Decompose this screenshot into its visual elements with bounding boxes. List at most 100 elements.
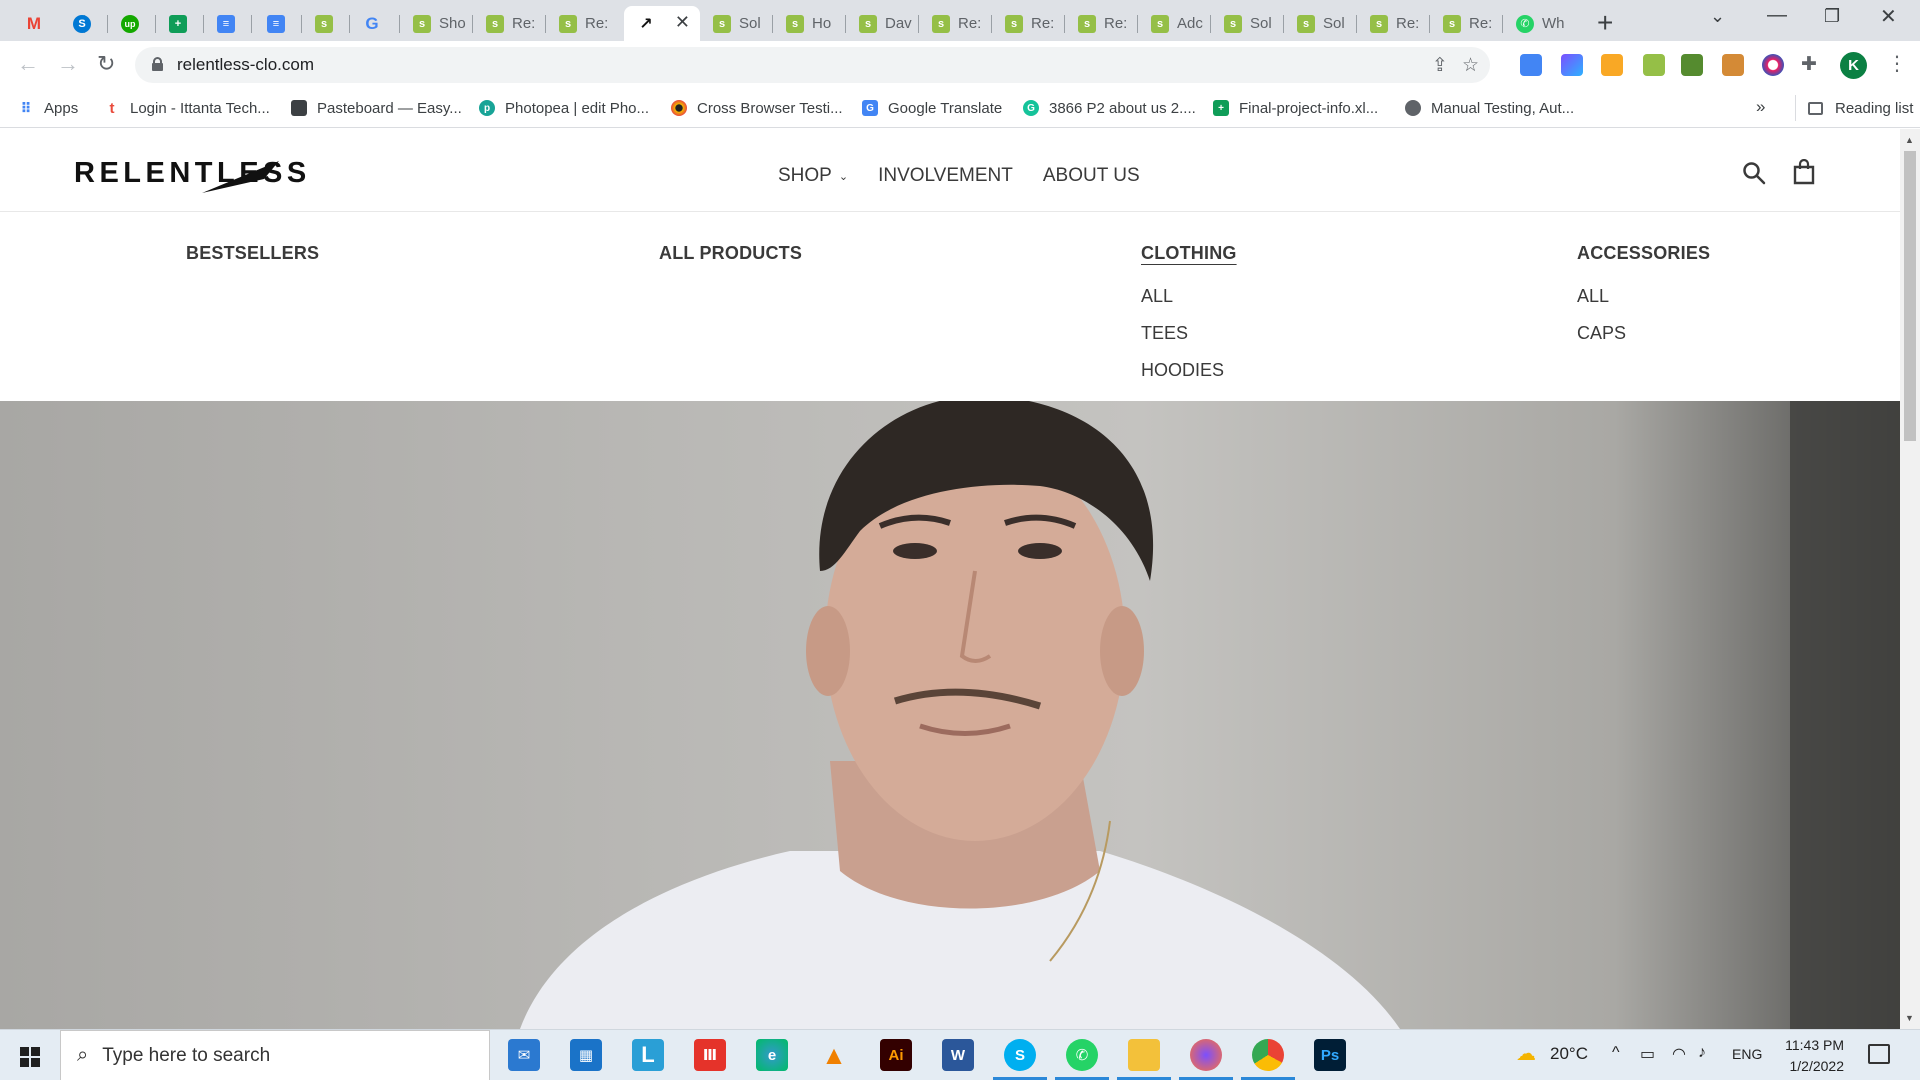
language-indicator[interactable]: ENG <box>1732 1046 1762 1062</box>
zoho-app-icon[interactable]: Ⅲ <box>694 1039 726 1071</box>
bookmark-final-project[interactable]: + Final-project-info.xl... <box>1213 95 1378 121</box>
show-hidden-icons-icon[interactable]: ^ <box>1612 1044 1620 1062</box>
megamenu-clothing-tees[interactable]: TEES <box>1141 323 1237 344</box>
highlighter-extension-icon[interactable] <box>1601 54 1623 76</box>
share-icon[interactable]: ⇪ <box>1432 54 1448 77</box>
mail-app-icon[interactable]: ✉ <box>508 1039 540 1071</box>
megamenu-bestsellers-link[interactable]: BESTSELLERS <box>186 243 319 264</box>
megamenu-all-products-link[interactable]: ALL PRODUCTS <box>659 243 802 264</box>
restore-icon[interactable]: ❐ <box>1824 6 1840 27</box>
extensions-puzzle-icon[interactable]: ✚ <box>1801 53 1817 76</box>
tab-shopify-1[interactable]: s <box>302 6 350 41</box>
tab-shopify-re-7[interactable]: s Re: <box>1430 6 1503 41</box>
bookmark-apps[interactable]: ⠿ Apps <box>18 95 79 121</box>
minimize-icon[interactable]: — <box>1767 4 1787 27</box>
address-bar[interactable]: relentless-clo.com ⇪ ☆ <box>135 47 1490 83</box>
tab-shopify-adc[interactable]: s Adc <box>1138 6 1211 41</box>
tab-search-icon[interactable]: ⌄ <box>1710 6 1725 27</box>
tab-docs-1[interactable]: ≡ <box>204 6 252 41</box>
new-tab-button[interactable]: + <box>1597 7 1613 39</box>
chrome-menu-icon[interactable]: ⋮ <box>1887 51 1907 76</box>
skype-app-icon[interactable]: S <box>1004 1039 1036 1071</box>
bookmarks-overflow-icon[interactable]: » <box>1756 97 1765 117</box>
hammer-extension-icon[interactable] <box>1722 54 1744 76</box>
url-text[interactable]: relentless-clo.com <box>177 55 314 75</box>
tab-shopify-re-3[interactable]: s Re: <box>919 6 992 41</box>
taskbar-clock[interactable]: 11:43 PM 1/2/2022 <box>1782 1035 1844 1077</box>
tab-shopify-re-2[interactable]: s Re: <box>546 6 619 41</box>
bookmark-crossbrowser[interactable]: Cross Browser Testi... <box>671 95 843 121</box>
tab-shopify-sho[interactable]: s Sho <box>400 6 473 41</box>
page-scrollbar[interactable]: ▲ ▼ <box>1900 129 1920 1029</box>
glasses-extension-icon[interactable] <box>1681 54 1703 76</box>
tab-shopify-re-6[interactable]: s Re: <box>1357 6 1430 41</box>
back-button[interactable]: ← <box>17 51 39 77</box>
translate-extension-icon[interactable] <box>1520 54 1542 76</box>
edge-browser-icon[interactable]: e <box>756 1039 788 1071</box>
tab-relentless-active[interactable]: ↗ ✕ <box>624 6 700 41</box>
illustrator-icon[interactable]: Ai <box>880 1039 912 1071</box>
reload-button[interactable]: ↻ <box>97 51 115 77</box>
tab-shopify-dav[interactable]: s Dav <box>846 6 919 41</box>
scroll-up-icon[interactable]: ▲ <box>1905 135 1914 145</box>
notification-center-icon[interactable] <box>1868 1044 1890 1064</box>
hero-video[interactable] <box>0 401 1900 1029</box>
tab-shopify-sol-3[interactable]: s Sol <box>1284 6 1357 41</box>
microsoft-store-icon[interactable]: ▦ <box>570 1039 602 1071</box>
forward-button[interactable]: → <box>57 51 79 77</box>
tab-sheets[interactable]: + <box>156 6 204 41</box>
tab-shopify-re-1[interactable]: s Re: <box>473 6 546 41</box>
bookmark-photopea[interactable]: p Photopea | edit Pho... <box>479 95 649 121</box>
tab-shopify-ho[interactable]: s Ho <box>773 6 846 41</box>
whatsapp-app-icon[interactable]: ✆ <box>1066 1039 1098 1071</box>
colorzilla-extension-icon[interactable] <box>1762 54 1784 76</box>
nav-about-us[interactable]: ABOUT US <box>1043 165 1140 187</box>
tab-whatsapp[interactable]: ✆ Wh <box>1503 6 1576 41</box>
nav-shop[interactable]: SHOP ⌄ <box>778 165 848 187</box>
cart-bag-icon[interactable] <box>1792 159 1816 185</box>
file-explorer-icon[interactable] <box>1128 1039 1160 1071</box>
bookmark-star-icon[interactable]: ☆ <box>1462 54 1479 77</box>
wifi-icon[interactable]: ◠ <box>1672 1044 1686 1064</box>
battery-icon[interactable]: ▭ <box>1640 1044 1655 1064</box>
tab-skype[interactable]: S <box>60 6 108 41</box>
nav-involvement[interactable]: INVOLVEMENT <box>878 165 1013 187</box>
word-icon[interactable]: W <box>942 1039 974 1071</box>
bookmark-grammarly[interactable]: G 3866 P2 about us 2.... <box>1023 95 1196 121</box>
colorpick-extension-icon[interactable] <box>1561 54 1583 76</box>
chrome-app-icon[interactable] <box>1252 1039 1284 1071</box>
firefox-icon[interactable] <box>1190 1039 1222 1071</box>
tab-shopify-sol-2[interactable]: s Sol <box>1211 6 1284 41</box>
bookmark-google-translate[interactable]: G Google Translate <box>862 95 1002 121</box>
volume-icon[interactable]: ♪ <box>1698 1044 1706 1062</box>
shopify-extension-icon[interactable] <box>1643 54 1665 76</box>
bookmark-manual-testing[interactable]: Manual Testing, Aut... <box>1405 95 1574 121</box>
close-window-icon[interactable]: ✕ <box>1880 4 1897 29</box>
taskbar-search-box[interactable]: ⌕ Type here to search <box>60 1030 490 1080</box>
bookmark-ittanta[interactable]: t Login - Ittanta Tech... <box>104 95 270 121</box>
tab-docs-2[interactable]: ≡ <box>254 6 302 41</box>
tab-google[interactable]: G <box>350 6 400 41</box>
megamenu-clothing-heading[interactable]: CLOTHING <box>1141 243 1237 264</box>
megamenu-clothing-hoodies[interactable]: HOODIES <box>1141 360 1237 381</box>
megamenu-accessories-all[interactable]: ALL <box>1577 286 1710 307</box>
megamenu-clothing-all[interactable]: ALL <box>1141 286 1237 307</box>
scroll-down-icon[interactable]: ▼ <box>1905 1013 1914 1023</box>
search-icon[interactable] <box>1742 161 1766 185</box>
lightshot-app-icon[interactable]: L <box>632 1039 664 1071</box>
reading-list-button[interactable]: Reading list <box>1795 95 1913 121</box>
vlc-player-icon[interactable]: ▲ <box>818 1039 850 1071</box>
bookmark-pasteboard[interactable]: Pasteboard — Easy... <box>291 95 462 121</box>
tab-shopify-re-4[interactable]: s Re: <box>992 6 1065 41</box>
megamenu-accessories-heading[interactable]: ACCESSORIES <box>1577 243 1710 264</box>
tab-close-icon[interactable]: ✕ <box>675 12 690 33</box>
tab-shopify-sol-1[interactable]: s Sol <box>700 6 773 41</box>
weather-temperature[interactable]: 20°C <box>1550 1044 1588 1064</box>
megamenu-accessories-caps[interactable]: CAPS <box>1577 323 1710 344</box>
profile-avatar[interactable]: K <box>1840 52 1867 79</box>
site-logo[interactable]: RELENTLESS <box>74 149 364 195</box>
windows-start-icon[interactable] <box>20 1047 40 1067</box>
scrollbar-thumb[interactable] <box>1904 151 1916 441</box>
tab-shopify-re-5[interactable]: s Re: <box>1065 6 1138 41</box>
weather-icon[interactable]: ☁ <box>1516 1041 1536 1066</box>
